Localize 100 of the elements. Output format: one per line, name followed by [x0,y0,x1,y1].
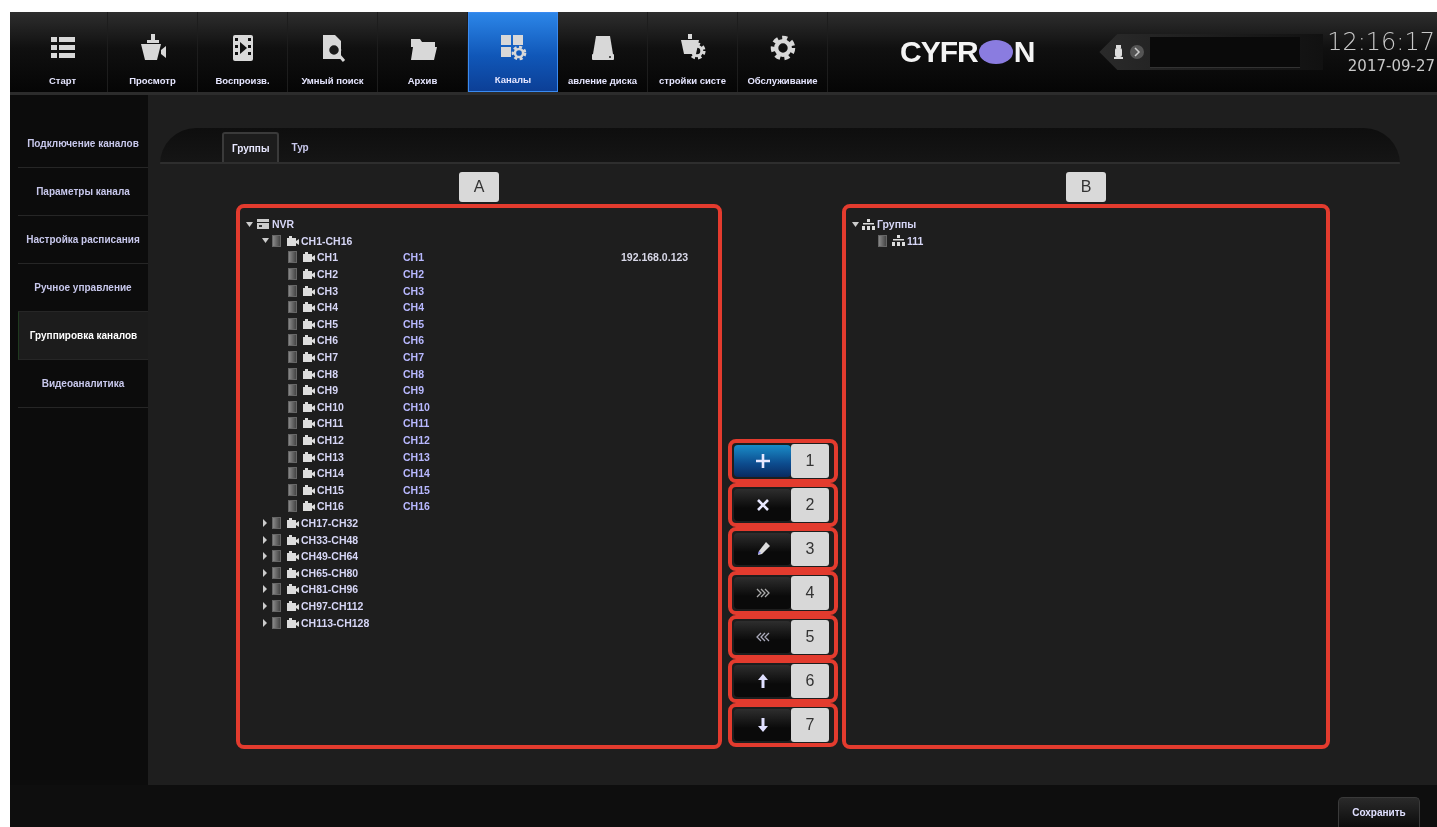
camera-icon [302,352,315,363]
callout-label: 4 [791,576,829,610]
tree-item-label[interactable]: 111 [907,234,924,247]
checkbox[interactable] [288,334,297,347]
action-button[interactable] [734,665,791,697]
camera-icon [302,302,315,313]
sidebar-item[interactable]: Группировка каналов [18,312,148,360]
tree-item-label[interactable]: CH12 [317,434,344,446]
tree-item-label[interactable]: CH14 [317,467,344,480]
camera-icon [286,600,299,611]
tree-item-label[interactable]: CH49-CH64 [301,550,359,563]
tree-item-label[interactable]: CH7 [317,351,338,364]
tree-item-label[interactable]: CH16 [317,500,344,513]
nav-tab[interactable]: Умный поиск [288,12,378,92]
checkbox[interactable] [288,400,297,413]
camera-icon [302,285,315,296]
checkbox[interactable] [272,566,281,579]
nav-tab[interactable]: авление диска [558,12,648,92]
callout-label: 6 [791,664,829,698]
camera-icon [302,451,315,462]
callout-label: 3 [791,532,829,566]
callout-label: 1 [791,444,829,478]
tree-item-label[interactable]: CH81-CH96 [301,583,359,596]
checkbox[interactable] [272,599,281,612]
camera-icon [302,468,315,479]
channel-name: CH15 [403,483,430,496]
camera-icon [286,567,299,578]
checkbox[interactable] [272,583,281,596]
tree-item-label[interactable]: CH4 [317,301,338,314]
checkbox[interactable] [272,616,281,629]
nav-tab[interactable]: Воспроизв. [198,12,288,92]
tab[interactable]: Группы [222,132,280,162]
next-button[interactable] [1130,45,1145,59]
checkbox[interactable] [288,483,297,496]
tree-item-label[interactable]: CH8 [317,367,338,380]
channel-name: CH4 [403,301,424,314]
camera-icon [302,252,315,263]
checkbox[interactable] [272,234,281,247]
tree-item-label[interactable]: CH97-CH112 [301,599,364,612]
channel-name: CH2 [403,268,424,281]
tab[interactable]: Тур [283,132,317,162]
callout-label: A [459,172,499,202]
channel-name: CH13 [403,450,430,463]
action-button[interactable] [734,533,791,565]
camera-icon [302,401,315,412]
checkbox[interactable] [288,417,297,430]
nav-tab[interactable]: Каналы [468,12,558,92]
tree-item-label[interactable]: NVR [272,218,295,231]
checkbox[interactable] [288,301,297,314]
nav-tab[interactable]: Обслуживание [738,12,828,92]
sidebar-item[interactable]: Настройка расписания [18,216,148,264]
tree-item-label[interactable]: CH5 [317,317,338,330]
checkbox[interactable] [878,234,887,247]
clock-time: 12:16:17 [1327,28,1435,56]
hierarchy-icon [892,235,905,247]
action-button[interactable] [734,489,791,521]
plus-icon [754,453,771,469]
checkbox[interactable] [288,251,297,264]
checkbox[interactable] [272,550,281,563]
nav-tab[interactable]: Просмотр [108,12,198,92]
checkbox[interactable] [288,434,297,446]
tree-item-label[interactable]: CH13 [317,450,344,463]
tree-item-label[interactable]: CH10 [317,400,344,413]
channel-name: CH11 [403,417,430,430]
checkbox[interactable] [288,467,297,480]
nav-tab[interactable]: Старт [18,12,108,92]
nav-tab[interactable]: стройки систе [648,12,738,92]
camera-icon [286,551,299,562]
checkbox[interactable] [288,367,297,380]
save-button[interactable]: Сохранить [1338,797,1420,827]
callout-label: 5 [791,620,829,654]
checkbox[interactable] [288,284,297,297]
tree-item-label[interactable]: CH1-CH16 [301,234,353,247]
tree-item-label[interactable]: CH65-CH80 [301,566,359,579]
sidebar-item[interactable]: Видеоаналитика [18,360,148,408]
checkbox[interactable] [288,500,297,513]
action-button[interactable] [734,445,791,477]
checkbox[interactable] [288,384,297,397]
chevron-right-icon [1133,47,1142,57]
tree-item-label[interactable]: CH17-CH32 [301,517,359,529]
tree-item-label[interactable]: CH3 [317,284,338,297]
checkbox[interactable] [272,533,281,546]
tree-item-label[interactable]: CH33-CH48 [301,533,359,546]
tree-item-label[interactable]: Группы [877,218,917,231]
checkbox[interactable] [288,317,297,330]
tree-item-label[interactable]: CH2 [317,268,338,281]
checkbox[interactable] [288,268,297,281]
tree-item-label[interactable]: CH1 [317,251,338,264]
sidebar-item[interactable]: Параметры канала [18,168,148,216]
tree-item-label[interactable]: CH15 [317,483,344,496]
checkbox[interactable] [272,517,281,529]
tree-item-label[interactable]: CH9 [317,384,338,397]
checkbox[interactable] [288,450,297,463]
checkbox[interactable] [288,351,297,364]
tree-item-label[interactable]: CH11 [317,417,344,430]
tree-item-label[interactable]: CH6 [317,334,338,347]
sidebar-item[interactable]: Подключение каналов [18,120,148,168]
tree-item-label[interactable]: CH113-CH128 [301,616,370,629]
channel-name: CH8 [403,367,424,380]
action-button[interactable] [734,709,791,741]
